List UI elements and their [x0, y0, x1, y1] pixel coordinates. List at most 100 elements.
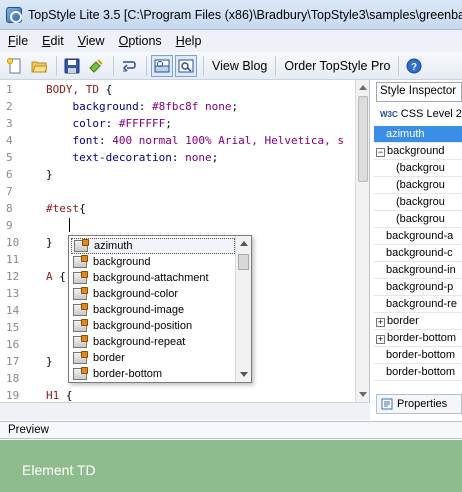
wrap-icon[interactable] — [118, 55, 140, 77]
code-token: A — [46, 270, 53, 283]
inspector-property-label: border-bottom — [387, 332, 457, 344]
inspector-property-row[interactable]: + border-bottom — [374, 330, 462, 347]
menu-edit[interactable]: Edit — [42, 34, 64, 48]
inspector-dropdown[interactable]: Style Inspector — [376, 82, 462, 102]
inspector-property-label: (backgrou — [396, 213, 445, 225]
autocomplete-item-label: border-bottom — [93, 368, 163, 380]
inspector-property-label: background — [387, 145, 445, 157]
scroll-down-arrow-icon[interactable] — [359, 392, 367, 397]
svg-text:?: ? — [411, 62, 417, 73]
autocomplete-item[interactable]: border — [71, 350, 235, 366]
menu-options[interactable]: Options — [119, 34, 162, 48]
open-folder-icon[interactable] — [28, 55, 50, 77]
inspector-property-row[interactable]: border-bottom — [374, 364, 462, 381]
inspector-property-label: (backgrou — [396, 162, 445, 174]
help-icon[interactable]: ? — [403, 55, 425, 77]
css-property-icon — [73, 367, 88, 380]
inspector-property-row[interactable]: background-c — [374, 245, 462, 262]
code-token: background: — [46, 100, 152, 113]
css-level-selector[interactable]: W3C CSS Level 2 — [376, 104, 462, 124]
autocomplete-item[interactable]: background-position — [71, 318, 235, 334]
scroll-up-arrow-icon[interactable] — [240, 241, 248, 246]
code-text: background: #8fbc8f none; — [46, 98, 238, 115]
css-property-icon — [73, 255, 88, 268]
line-number: 5 — [6, 151, 13, 164]
menu-help[interactable]: Help — [176, 34, 202, 48]
code-token: } — [46, 236, 53, 249]
editor-horizontal-scrollbar[interactable] — [0, 402, 370, 420]
code-text: } — [46, 353, 53, 370]
preview-header: Preview — [0, 421, 462, 439]
code-token: H1 — [46, 389, 60, 402]
autocomplete-item-label: background-color — [93, 288, 178, 300]
menu-view[interactable]: View — [78, 34, 105, 48]
code-token: none — [185, 151, 212, 164]
style-sweeper-icon[interactable] — [85, 55, 107, 77]
autocomplete-item[interactable]: background-image — [71, 302, 235, 318]
autocomplete-item-label: background-repeat — [93, 336, 186, 348]
autocomplete-item[interactable]: azimuth — [71, 238, 235, 254]
autocomplete-item[interactable]: border-bottom — [71, 366, 235, 382]
expand-icon[interactable]: + — [376, 318, 385, 327]
line-number: 9 — [6, 219, 13, 232]
autocomplete-item[interactable]: background-attachment — [71, 270, 235, 286]
inspector-property-row[interactable]: − background — [374, 143, 462, 160]
css-level-label: CSS Level 2 — [400, 108, 462, 120]
toolbar-separator — [113, 55, 114, 76]
inspector-property-row[interactable]: (backgrou — [374, 211, 462, 228]
properties-tab[interactable]: Properties — [376, 394, 462, 414]
order-pro-button[interactable]: Order TopStyle Pro — [280, 59, 394, 73]
code-token: { — [79, 202, 86, 215]
inspector-property-label: background-c — [386, 247, 453, 259]
code-token: ; — [211, 151, 219, 164]
code-token: text-decoration: — [46, 151, 186, 164]
autocomplete-item-label: border — [93, 352, 125, 364]
code-text: text-decoration: none; — [46, 149, 218, 166]
collapse-icon[interactable]: − — [376, 148, 385, 157]
inspector-property-row[interactable]: + border — [374, 313, 462, 330]
menu-file[interactable]: File — [8, 34, 28, 48]
preview-zoom-icon[interactable] — [175, 54, 197, 77]
toolbar: View Blog Order TopStyle Pro ? — [0, 52, 462, 80]
line-number: 18 — [6, 372, 20, 385]
autocomplete-item-label: background-attachment — [93, 272, 209, 284]
css-property-icon — [73, 287, 88, 300]
scroll-down-arrow-icon[interactable] — [240, 372, 248, 377]
inspector-property-row[interactable]: azimuth — [374, 126, 462, 143]
inspector-property-row[interactable]: border-bottom — [374, 347, 462, 364]
preview-pane: Element TD — [0, 440, 462, 492]
inspector-property-row[interactable]: (backgrou — [374, 194, 462, 211]
inspector-property-label: background-p — [386, 281, 454, 293]
code-token: } — [46, 168, 53, 181]
new-file-icon[interactable] — [4, 55, 26, 77]
autocomplete-item[interactable]: background — [71, 254, 235, 270]
autocomplete-popup[interactable]: azimuth background background-attachment ba… — [68, 235, 252, 383]
scroll-thumb[interactable] — [358, 96, 368, 182]
save-icon[interactable] — [61, 55, 83, 77]
code-text: H1 { — [46, 387, 73, 402]
autocomplete-item-label: background-position — [93, 320, 193, 332]
preview-split-icon[interactable] — [151, 54, 173, 77]
inspector-property-row[interactable]: background-p — [374, 279, 462, 296]
autocomplete-item[interactable]: background-repeat — [71, 334, 235, 350]
line-number: 15 — [6, 321, 20, 334]
code-text: } — [46, 166, 53, 183]
inspector-property-row[interactable]: background-a — [374, 228, 462, 245]
code-token: font: — [46, 134, 113, 147]
code-token: #8fbc8f none — [151, 100, 232, 113]
scroll-up-arrow-icon[interactable] — [359, 85, 367, 90]
inspector-property-row[interactable]: background-re — [374, 296, 462, 313]
css-property-icon — [73, 351, 88, 364]
autocomplete-scrollbar[interactable] — [235, 236, 251, 382]
scroll-thumb[interactable] — [238, 254, 249, 270]
editor-vertical-scrollbar[interactable] — [355, 80, 369, 402]
inspector-property-row[interactable]: (backgrou — [374, 160, 462, 177]
code-text: font: 400 normal 100% Arial, Helvetica, … — [46, 132, 344, 149]
autocomplete-item[interactable]: background-color — [71, 286, 235, 302]
expand-icon[interactable]: + — [376, 335, 385, 344]
inspector-property-row[interactable]: background-in — [374, 262, 462, 279]
inspector-property-row[interactable]: (backgrou — [374, 177, 462, 194]
code-token: { — [98, 83, 113, 96]
line-number: 12 — [6, 270, 20, 283]
view-blog-button[interactable]: View Blog — [208, 59, 271, 73]
